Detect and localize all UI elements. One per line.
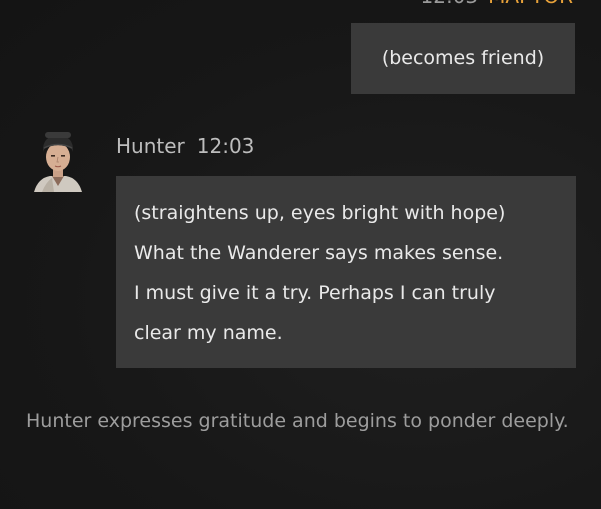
reply-header: Hunter 12:03	[116, 131, 254, 161]
previous-message-time: 12:03	[421, 0, 479, 8]
character-portrait-icon[interactable]	[32, 130, 84, 192]
reply-line: I must give it a try. Perhaps I can trul…	[134, 282, 496, 304]
previous-sender-name: MAPTOR	[488, 0, 573, 8]
reply-line: clear my name.	[134, 322, 283, 344]
own-message-text: (becomes friend)	[381, 47, 545, 69]
own-message-bubble: (becomes friend)	[351, 23, 575, 94]
narration-text: Hunter expresses gratitude and begins to…	[26, 410, 569, 432]
previous-message-header: 12:03 MAPTOR	[421, 0, 574, 8]
chat-screen: 12:03 MAPTOR (becomes friend) Hunter	[0, 0, 601, 509]
reply-line: (straightens up, eyes bright with hope)	[134, 202, 506, 224]
sender-name: Hunter	[116, 134, 185, 158]
reply-line: What the Wanderer says makes sense.	[134, 242, 504, 264]
reply-message-bubble: (straightens up, eyes bright with hope) …	[116, 176, 576, 368]
message-time: 12:03	[196, 134, 255, 158]
